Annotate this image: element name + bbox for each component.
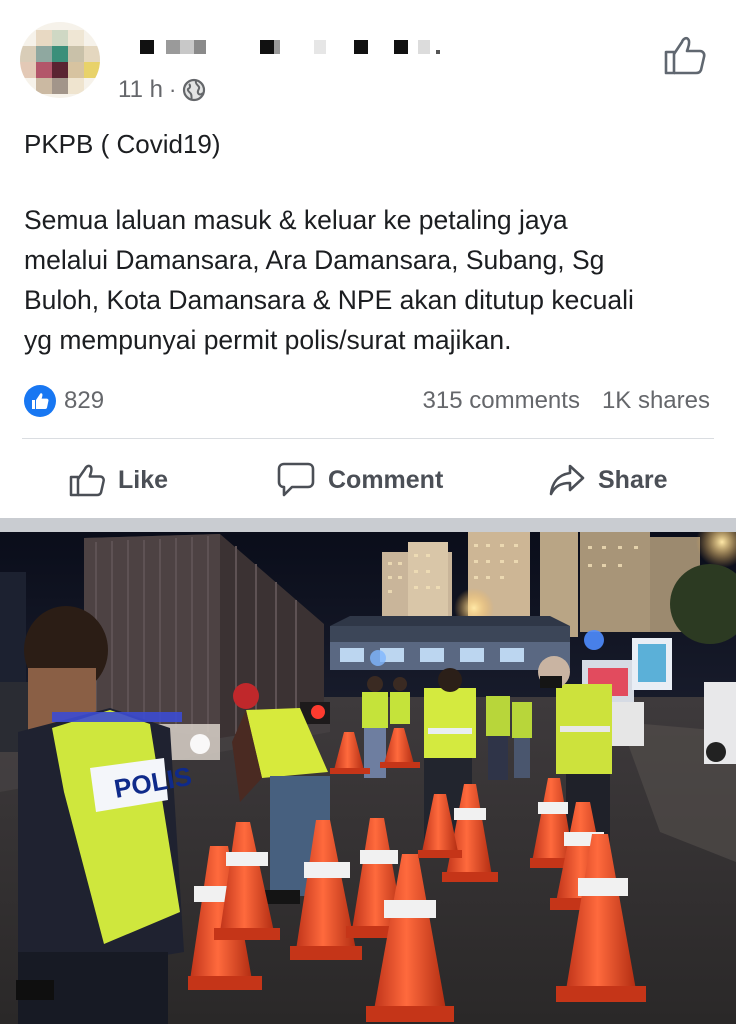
- comments-count[interactable]: 315 comments: [423, 387, 580, 415]
- reactions-summary[interactable]: 829: [24, 382, 104, 420]
- post-body-line: yg mempunyai permit polis/surat majikan.: [24, 325, 512, 355]
- share-button[interactable]: Share: [548, 454, 667, 506]
- divider: [22, 438, 714, 439]
- author-name-redacted[interactable]: [136, 40, 446, 56]
- like-button-label: Like: [118, 465, 169, 494]
- post-body: Semua laluan masuk & keluar ke petaling …: [24, 200, 724, 360]
- comment-button-label: Comment: [328, 465, 444, 494]
- thumbs-up-outline-icon: [68, 462, 106, 498]
- meta-separator: ·: [168, 77, 177, 102]
- avatar[interactable]: [20, 22, 100, 98]
- like-button[interactable]: Like: [68, 454, 168, 506]
- reaction-count: 829: [64, 387, 105, 414]
- post-photo[interactable]: POLIS: [0, 532, 736, 1024]
- section-separator: [0, 518, 736, 532]
- facebook-post: 11 h · PKPB ( Covid19) Semua laluan masu…: [0, 0, 736, 1024]
- post-body-line: Semua laluan masuk & keluar ke petaling …: [24, 205, 568, 235]
- speech-bubble-icon: [276, 461, 316, 499]
- shares-count[interactable]: 1K shares: [602, 387, 710, 415]
- post-meta: 11 h ·: [118, 74, 206, 106]
- share-arrow-icon: [548, 463, 586, 497]
- like-reaction-icon: [24, 385, 56, 417]
- globe-icon[interactable]: [182, 78, 206, 102]
- post-stats: 315 comments 1K shares: [423, 382, 710, 420]
- comment-button[interactable]: Comment: [276, 454, 443, 506]
- share-button-label: Share: [598, 465, 668, 494]
- post-body-line: Buloh, Kota Damansara & NPE akan ditutup…: [24, 285, 634, 315]
- post-title: PKPB ( Covid19): [24, 129, 221, 159]
- timestamp[interactable]: 11 h: [118, 76, 163, 104]
- post-body-line: melalui Damansara, Ara Damansara, Subang…: [24, 245, 605, 275]
- thumbs-up-outline-icon[interactable]: [662, 34, 708, 76]
